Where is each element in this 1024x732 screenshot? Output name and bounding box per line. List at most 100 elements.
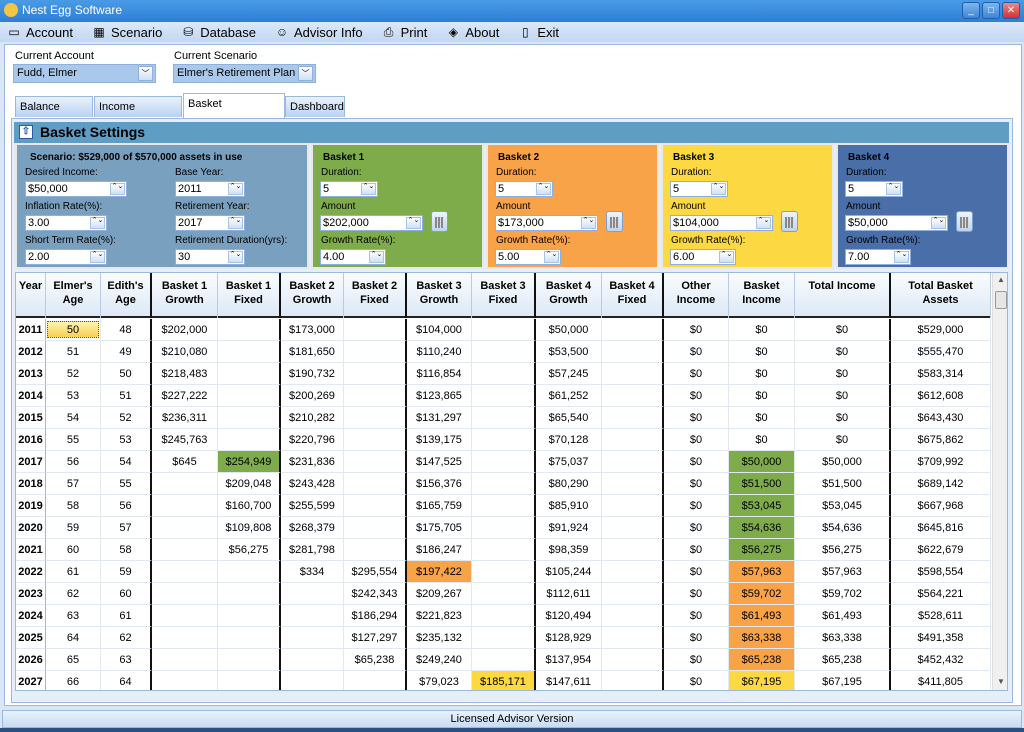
cell-basket-3-fixed[interactable] bbox=[472, 385, 536, 407]
cell-basket-3-growth[interactable]: $165,759 bbox=[407, 495, 472, 517]
cell-edith-s-age[interactable]: 57 bbox=[101, 517, 152, 539]
tab-dashboard[interactable]: Dashboard bbox=[285, 96, 345, 117]
cell-basket-3-fixed[interactable] bbox=[472, 341, 536, 363]
cell-elmer-s-age[interactable]: 64 bbox=[46, 627, 101, 649]
scrollbar-thumb[interactable] bbox=[995, 291, 1007, 309]
cell-basket-4-fixed[interactable] bbox=[602, 341, 664, 363]
cell-basket-1-fixed[interactable] bbox=[218, 605, 281, 627]
cell-elmer-s-age[interactable]: 60 bbox=[46, 539, 101, 561]
cell-basket-1-fixed[interactable] bbox=[218, 561, 281, 583]
column-header[interactable]: Other Income bbox=[664, 273, 729, 318]
cell-basket-3-fixed[interactable] bbox=[472, 627, 536, 649]
cell-basket-income[interactable]: $0 bbox=[729, 319, 795, 341]
cell-elmer-s-age[interactable]: 62 bbox=[46, 583, 101, 605]
cell-year[interactable]: 2016 bbox=[16, 429, 46, 451]
cell-basket-3-fixed[interactable] bbox=[472, 649, 536, 671]
cell-basket-1-growth[interactable] bbox=[152, 473, 218, 495]
cell-basket-income[interactable]: $57,963 bbox=[729, 561, 795, 583]
cell-basket-3-growth[interactable]: $221,823 bbox=[407, 605, 472, 627]
growth-rate-input[interactable]: 4.00 ⌃⌄ bbox=[320, 249, 386, 265]
calculator-icon[interactable] bbox=[431, 211, 448, 232]
cell-basket-1-growth[interactable]: $202,000 bbox=[152, 319, 218, 341]
cell-basket-3-growth[interactable]: $197,422 bbox=[407, 561, 472, 583]
cell-other-income[interactable]: $0 bbox=[664, 319, 729, 341]
cell-basket-1-fixed[interactable] bbox=[218, 583, 281, 605]
cell-basket-2-growth[interactable]: $181,650 bbox=[281, 341, 344, 363]
cell-year[interactable]: 2027 bbox=[16, 671, 46, 690]
cell-year[interactable]: 2015 bbox=[16, 407, 46, 429]
cell-elmer-s-age[interactable]: 50 bbox=[46, 319, 101, 341]
cell-total-income[interactable]: $0 bbox=[795, 319, 891, 341]
calculator-icon[interactable] bbox=[606, 211, 623, 232]
cell-elmer-s-age[interactable]: 53 bbox=[46, 385, 101, 407]
scroll-up-icon[interactable]: ▲ bbox=[993, 275, 1007, 284]
cell-basket-1-growth[interactable]: $227,222 bbox=[152, 385, 218, 407]
cell-other-income[interactable]: $0 bbox=[664, 407, 729, 429]
cell-total-basket-assets[interactable]: $583,314 bbox=[891, 363, 991, 385]
cell-total-income[interactable]: $50,000 bbox=[795, 451, 891, 473]
cell-edith-s-age[interactable]: 64 bbox=[101, 671, 152, 690]
column-header[interactable]: Basket 3 Fixed bbox=[472, 273, 536, 318]
cell-basket-2-fixed[interactable] bbox=[344, 319, 407, 341]
cell-basket-2-growth[interactable] bbox=[281, 671, 344, 690]
cell-basket-1-growth[interactable] bbox=[152, 627, 218, 649]
cell-basket-3-growth[interactable]: $104,000 bbox=[407, 319, 472, 341]
cell-basket-1-growth[interactable]: $245,763 bbox=[152, 429, 218, 451]
cell-elmer-s-age[interactable]: 55 bbox=[46, 429, 101, 451]
column-header[interactable]: Basket 3 Growth bbox=[407, 273, 472, 318]
cell-basket-3-growth[interactable]: $110,240 bbox=[407, 341, 472, 363]
cell-basket-1-fixed[interactable] bbox=[218, 407, 281, 429]
cell-total-basket-assets[interactable]: $564,221 bbox=[891, 583, 991, 605]
cell-basket-3-fixed[interactable]: $185,171 bbox=[472, 671, 536, 690]
cell-other-income[interactable]: $0 bbox=[664, 649, 729, 671]
cell-other-income[interactable]: $0 bbox=[664, 385, 729, 407]
cell-basket-2-fixed[interactable] bbox=[344, 385, 407, 407]
spinner-icon[interactable]: ⌃⌄ bbox=[90, 217, 105, 229]
cell-basket-2-fixed[interactable] bbox=[344, 429, 407, 451]
table-row[interactable]: 2026 65 63 $65,238 $249,240 $137,954 $0 $65,238… bbox=[16, 649, 991, 671]
cell-elmer-s-age[interactable]: 66 bbox=[46, 671, 101, 690]
table-row[interactable]: 2014 53 51 $227,222 $200,269 $123,865 $61,252 $… bbox=[16, 385, 991, 407]
table-row[interactable]: 2015 54 52 $236,311 $210,282 $131,297 $65,540 $… bbox=[16, 407, 991, 429]
minimize-button[interactable]: _ bbox=[962, 2, 980, 19]
cell-other-income[interactable]: $0 bbox=[664, 451, 729, 473]
cell-basket-4-growth[interactable]: $120,494 bbox=[536, 605, 602, 627]
cell-total-basket-assets[interactable]: $528,611 bbox=[891, 605, 991, 627]
scroll-down-icon[interactable]: ▼ bbox=[993, 677, 1007, 686]
cell-total-basket-assets[interactable]: $689,142 bbox=[891, 473, 991, 495]
cell-edith-s-age[interactable]: 56 bbox=[101, 495, 152, 517]
cell-basket-3-fixed[interactable] bbox=[472, 473, 536, 495]
cell-basket-4-fixed[interactable] bbox=[602, 583, 664, 605]
menu-database[interactable]: ⛁ Database bbox=[180, 25, 256, 40]
cell-edith-s-age[interactable]: 50 bbox=[101, 363, 152, 385]
cell-total-basket-assets[interactable]: $645,816 bbox=[891, 517, 991, 539]
cell-basket-3-growth[interactable]: $175,705 bbox=[407, 517, 472, 539]
cell-year[interactable]: 2018 bbox=[16, 473, 46, 495]
cell-basket-1-growth[interactable] bbox=[152, 495, 218, 517]
column-header[interactable]: Total Basket Assets bbox=[891, 273, 991, 318]
cell-basket-2-growth[interactable]: $243,428 bbox=[281, 473, 344, 495]
cell-edith-s-age[interactable]: 49 bbox=[101, 341, 152, 363]
cell-basket-2-fixed[interactable]: $65,238 bbox=[344, 649, 407, 671]
cell-total-income[interactable]: $0 bbox=[795, 341, 891, 363]
cell-basket-2-growth[interactable]: $268,379 bbox=[281, 517, 344, 539]
cell-basket-3-fixed[interactable] bbox=[472, 429, 536, 451]
cell-year[interactable]: 2026 bbox=[16, 649, 46, 671]
cell-other-income[interactable]: $0 bbox=[664, 341, 729, 363]
spinner-icon[interactable]: ⌃⌄ bbox=[536, 183, 551, 195]
cell-edith-s-age[interactable]: 58 bbox=[101, 539, 152, 561]
cell-basket-income[interactable]: $53,045 bbox=[729, 495, 795, 517]
column-header[interactable]: Basket 2 Growth bbox=[281, 273, 344, 318]
cell-year[interactable]: 2014 bbox=[16, 385, 46, 407]
cell-basket-1-growth[interactable]: $645 bbox=[152, 451, 218, 473]
amount-input[interactable]: $50,000 ⌃⌄ bbox=[845, 215, 948, 231]
menu-account[interactable]: ▭ Account bbox=[6, 25, 73, 40]
cell-basket-4-growth[interactable]: $75,037 bbox=[536, 451, 602, 473]
table-row[interactable]: 2020 59 57 $109,808 $268,379 $175,705 $91,924 $… bbox=[16, 517, 991, 539]
cell-year[interactable]: 2020 bbox=[16, 517, 46, 539]
table-row[interactable]: 2027 66 64 $79,023 $185,171 $147,611 $0 $67,195… bbox=[16, 671, 991, 690]
cell-edith-s-age[interactable]: 59 bbox=[101, 561, 152, 583]
cell-total-basket-assets[interactable]: $643,430 bbox=[891, 407, 991, 429]
spinner-icon[interactable]: ⌃⌄ bbox=[369, 251, 384, 263]
retirement-year-input[interactable]: 2017 ⌃⌄ bbox=[175, 215, 245, 231]
